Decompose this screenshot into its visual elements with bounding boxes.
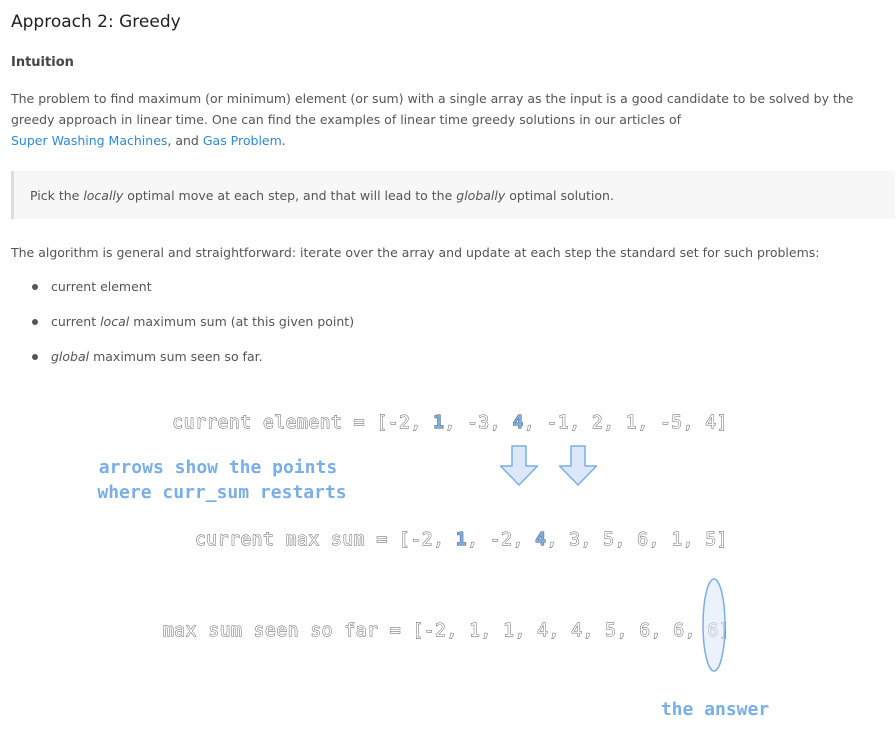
row3-value: 6 xyxy=(673,620,684,641)
row1-value: 1 xyxy=(626,412,637,433)
row2-value: 4 xyxy=(535,529,546,550)
row1-separator: , xyxy=(603,412,626,433)
row1-value: -5 xyxy=(660,412,683,433)
row1-separator: , xyxy=(490,412,513,433)
row2-value: 3 xyxy=(569,529,580,550)
row2-label: current max sum = [ xyxy=(195,529,410,550)
greedy-diagram: current element = [-2, 1, -3, 4, -1, 2, … xyxy=(0,390,896,733)
row2-value: -2 xyxy=(490,529,513,550)
bullet-text: maximum sum seen so far. xyxy=(89,349,263,364)
row2-separator: , xyxy=(615,529,638,550)
quote-part: optimal move at each step, and that will… xyxy=(123,188,457,203)
row3-separator: , xyxy=(549,620,572,641)
row1-bracket: ] xyxy=(717,412,728,433)
quote-part: Pick the xyxy=(30,188,84,203)
row2-value: 6 xyxy=(637,529,648,550)
row3-value: 1 xyxy=(503,620,514,641)
row3-separator: , xyxy=(651,620,674,641)
quote-emphasis-globally: globally xyxy=(456,188,506,203)
row3-value: 1 xyxy=(469,620,480,641)
row1-value: 4 xyxy=(512,412,523,433)
quote-emphasis-locally: locally xyxy=(83,188,124,203)
quote-part: optimal solution. xyxy=(505,188,614,203)
intuition-heading: Intuition xyxy=(11,55,74,70)
row1-value: -1 xyxy=(547,412,570,433)
bullet-item-global-max: global maximum sum seen so far. xyxy=(11,346,871,381)
row3-value: 4 xyxy=(571,620,582,641)
row2-separator: , xyxy=(649,529,672,550)
row2-bracket: ] xyxy=(717,529,728,550)
bullet-dot xyxy=(32,354,38,360)
state-bullet-list: current element current local maximum su… xyxy=(11,276,871,381)
answer-label: the answer xyxy=(661,699,770,720)
arrows-note-line2: where curr_sum restarts xyxy=(97,482,346,503)
row2-separator: , xyxy=(433,529,456,550)
row1-value: -2 xyxy=(388,412,411,433)
row2-separator: , xyxy=(467,529,490,550)
row3-separator: , xyxy=(583,620,606,641)
row1-separator: , xyxy=(683,412,706,433)
row1-value: 4 xyxy=(705,412,716,433)
restart-arrow-icon xyxy=(558,445,598,486)
algorithm-paragraph: The algorithm is general and straightfor… xyxy=(11,245,820,260)
row2-separator: , xyxy=(547,529,570,550)
row3-label: max sum seen so far = [ xyxy=(163,620,424,641)
row1-value: 1 xyxy=(433,412,444,433)
bullet-item-local-max: current local maximum sum (at this given… xyxy=(11,311,871,346)
row1-separator: , xyxy=(637,412,660,433)
row2-value: 5 xyxy=(705,529,716,550)
row2-separator: , xyxy=(512,529,535,550)
row2-value: -2 xyxy=(410,529,433,550)
row1-value: -3 xyxy=(467,412,490,433)
row3-value: 6 xyxy=(639,620,650,641)
row2-separator: , xyxy=(581,529,604,550)
arrows-note-line1: arrows show the points xyxy=(99,457,337,478)
bullet-text: current xyxy=(51,314,101,329)
row3-text: max sum seen so far = [-2, 1, 1, 4, 4, 5… xyxy=(163,620,730,641)
bullet-item-current-element: current element xyxy=(11,276,871,311)
bullet-text: current element xyxy=(51,279,152,294)
answer-highlight-ellipse xyxy=(702,578,726,672)
row1-separator: , xyxy=(569,412,592,433)
row1-separator: , xyxy=(410,412,433,433)
article-title: Approach 2: Greedy xyxy=(11,12,181,32)
row2-separator: , xyxy=(683,529,706,550)
row1-text: current element = [-2, 1, -3, 4, -1, 2, … xyxy=(172,412,728,433)
row3-separator: , xyxy=(480,620,503,641)
row2-value: 1 xyxy=(671,529,682,550)
row3-separator: , xyxy=(446,620,469,641)
row1-separator: , xyxy=(444,412,467,433)
quote-text: Pick the locally optimal move at each st… xyxy=(30,185,614,206)
row1-value: 2 xyxy=(592,412,603,433)
row1-label: current element = [ xyxy=(172,412,387,433)
gas-problem-link[interactable]: Gas Problem xyxy=(203,133,282,148)
intro-text: The problem to find maximum (or minimum)… xyxy=(11,91,854,127)
intro-between-text: , and xyxy=(167,133,199,148)
restart-arrow-icon xyxy=(499,445,539,486)
row2-value: 5 xyxy=(603,529,614,550)
greedy-diagram-svg: current element = [-2, 1, -3, 4, -1, 2, … xyxy=(97,412,770,720)
bullet-dot xyxy=(32,284,38,290)
row3-separator: , xyxy=(617,620,640,641)
bullet-text: maximum sum (at this given point) xyxy=(129,314,355,329)
row2-value: 1 xyxy=(456,529,467,550)
row1-separator: , xyxy=(524,412,547,433)
row3-value: -2 xyxy=(424,620,447,641)
row3-value: 5 xyxy=(605,620,616,641)
greedy-principle-quote: Pick the locally optimal move at each st… xyxy=(11,171,895,219)
row2-text: current max sum = [-2, 1, -2, 4, 3, 5, 6… xyxy=(195,529,728,550)
intro-end-text: . xyxy=(281,133,286,148)
bullet-dot xyxy=(32,319,38,325)
super-washing-machines-link[interactable]: Super Washing Machines xyxy=(11,133,167,148)
row3-separator: , xyxy=(514,620,537,641)
bullet-emphasis: local xyxy=(100,314,130,329)
row3-value: 4 xyxy=(537,620,548,641)
intro-paragraph: The problem to find maximum (or minimum)… xyxy=(11,88,889,151)
bullet-emphasis: global xyxy=(51,349,90,364)
